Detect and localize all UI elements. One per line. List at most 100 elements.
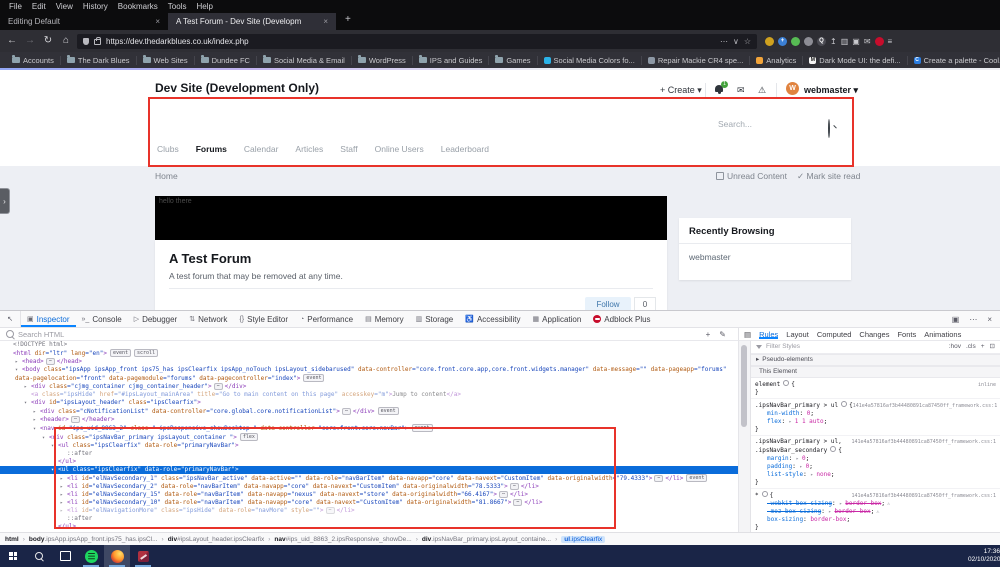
bookmark-item[interactable]: Repair Mackie CR4 spe... [642,56,750,65]
library-icon[interactable]: ▥ [841,37,849,46]
sidebar-tab-computed[interactable]: Computed [817,330,852,339]
expand-caret-icon[interactable]: ▾ [51,442,58,450]
taskbar-spotify-icon[interactable] [78,545,104,567]
expand-caret-icon[interactable]: ▸ [33,416,40,424]
sidebar-tab-fonts[interactable]: Fonts [897,330,916,339]
devtools-breadcrumb-item[interactable]: body.ipsApp.ipsApp_front.ips75_has.ipsCl… [29,536,158,543]
devtools-tab-console[interactable]: »_Console [76,311,128,327]
task-view-button[interactable] [52,545,78,567]
markup-node[interactable]: ▾<ul class="ipsClearfix" data-role="prim… [0,466,738,474]
css-selector[interactable]: .ipsNavBar_primary > ul, [755,438,842,446]
follow-count[interactable]: 0 [634,297,656,310]
devtools-tab-performance[interactable]: ◔Performance [294,311,359,327]
expand-caret-icon[interactable]: ▸ [24,383,31,391]
site-nav-articles[interactable]: Articles [295,144,323,154]
expand-caret-icon[interactable]: ▸ [15,358,22,366]
expand-caret-icon[interactable]: ▾ [15,366,22,374]
home-button[interactable]: ⌂ [59,34,73,48]
devtools-breadcrumb-item[interactable]: div#ipsLayout_header.ipsClearfix [168,536,265,543]
url-bar[interactable]: https://dev.thedarkblues.co.uk/index.php… [77,34,757,49]
url-text[interactable]: https://dev.thedarkblues.co.uk/index.php [106,37,715,46]
import-icon[interactable]: ↥ [830,37,837,46]
pick-element-icon[interactable]: ↖ [0,311,21,327]
pseudo-toggle[interactable]: ⊡ [990,343,995,351]
css-selector[interactable]: .ipsNavBar_secondary{ [755,446,842,455]
rule-toggle-icon[interactable] [783,380,789,386]
markup-node[interactable]: ▸<div class="cNotificationList" data-con… [0,407,738,416]
scroll-badge[interactable]: scroll [134,349,158,357]
css-property[interactable]: box-sizing: border-box; [755,516,996,524]
sidebar-slide-tab[interactable]: › [0,188,10,214]
sidebar-tab-animations[interactable]: Animations [924,330,961,339]
devtools-tab-memory[interactable]: ▤Memory [359,311,410,327]
markup-node[interactable]: ▸<li id="elNavSecondary_15" data-role="n… [0,491,738,499]
add-node-button[interactable]: + [706,330,711,339]
expand-caret-icon[interactable]: ▾ [42,434,49,442]
expand-caret-icon[interactable]: ▾ [51,466,58,474]
browser-tab[interactable]: A Test Forum - Dev Site (Developm× [168,13,336,30]
css-selector[interactable]: .ipsNavBar_primary > ul{ [755,401,853,410]
expand-caret-icon[interactable]: ▾ [24,399,31,407]
rule-toggle-icon[interactable] [830,446,836,452]
rules-section-header[interactable]: This Element [751,366,1000,378]
collapsed-content-icon[interactable]: ⋯ [342,408,351,415]
bookmark-item[interactable]: Social Media & Email [257,56,352,65]
collapsed-content-icon[interactable]: ⋯ [46,358,55,365]
browser-tab[interactable]: Editing Default× [0,13,168,30]
css-selector[interactable]: element{ [755,380,795,389]
site-nav-online-users[interactable]: Online Users [375,144,424,154]
devtools-tab-adblock-plus[interactable]: Adblock Plus [587,311,656,327]
user-menu[interactable]: webmaster ▾ [804,85,858,96]
extension-yellow[interactable] [765,37,774,46]
devtools-tab-network[interactable]: ⇅Network [183,311,233,327]
expand-caret-icon[interactable]: ▸ [60,507,67,515]
sidebar-tab-layout[interactable]: Layout [786,330,809,339]
markup-node[interactable]: </ul> [0,458,738,466]
markup-node[interactable]: ▸<li id="elNavSecondary_1" class="ipsNav… [0,474,738,483]
site-nav-leaderboard[interactable]: Leaderboard [441,144,489,154]
tracking-shield-icon[interactable] [83,38,89,45]
devtools-breadcrumb-item[interactable]: html [5,536,19,543]
collapsed-content-icon[interactable]: ⋯ [214,383,223,390]
markup-node[interactable]: ▸<div class="cjmg_container cjmg_contain… [0,383,738,391]
stylesheet-link[interactable]: 141e4a57816af3b44480891ca87450ff_framewo… [853,402,998,410]
event-badge[interactable]: event [303,374,324,382]
collapsed-content-icon[interactable]: ⋯ [654,475,663,482]
css-property[interactable]: margin: ▸ 0; [755,455,996,463]
devtools-menu-icon[interactable]: ⋯ [965,315,981,324]
devtools-breadcrumb-item[interactable]: div.ipsNavBar_primary.ipsLayout_containe… [422,536,551,543]
markup-node[interactable]: ::after [0,450,738,458]
stylesheet-link[interactable]: 141e4a57816af3b44480891ca87450ff_framewo… [852,438,997,446]
bookmark-item[interactable]: Games [489,56,537,65]
close-tab-icon[interactable]: × [319,17,328,26]
menu-help[interactable]: Help [191,2,217,11]
bookmark-item[interactable]: Social Media Colors fo... [538,56,642,65]
scrollbar-thumb[interactable] [741,345,747,427]
bookmark-item[interactable]: Web Sites [137,56,195,65]
picture-in-picture-icon[interactable]: ▣ [852,37,860,46]
collapsed-content-icon[interactable]: ⋯ [499,491,508,498]
markup-scrollbar[interactable] [738,341,750,533]
css-property[interactable]: min-width: 0; [755,410,996,418]
pseudo-toggle[interactable]: + [981,343,985,351]
expand-caret-icon[interactable]: ▸ [60,499,67,507]
event-badge[interactable]: event [412,424,433,432]
devtools-tab-inspector[interactable]: ▣Inspector [21,311,76,327]
devtools-tab-storage[interactable]: ▥Storage [410,311,460,327]
close-tab-icon[interactable]: × [151,17,160,26]
markup-node[interactable]: <!DOCTYPE html> [0,341,738,349]
markup-node[interactable]: ▸<li id="elNavSecondary_10" data-role="n… [0,499,738,507]
site-nav-staff[interactable]: Staff [340,144,357,154]
sidebar-tab-changes[interactable]: Changes [859,330,889,339]
user-avatar[interactable]: W [786,82,799,95]
three-pane-toggle-icon[interactable]: ▤ [744,330,751,339]
filter-styles-input[interactable]: Filter Styles [766,343,800,351]
messages-envelope-icon[interactable]: ✉ [737,85,745,96]
markup-node[interactable]: ▾<div class="ipsNavBar_primary ipsLayout… [0,433,738,442]
follow-button[interactable]: Follow [585,297,631,310]
devtools-tab-application[interactable]: ▦Application [527,311,588,327]
extension-q[interactable]: Q [817,37,826,46]
reports-warning-icon[interactable]: ⚠ [758,85,766,96]
event-badge[interactable]: event [378,407,399,415]
rule-toggle-icon[interactable] [762,491,768,497]
